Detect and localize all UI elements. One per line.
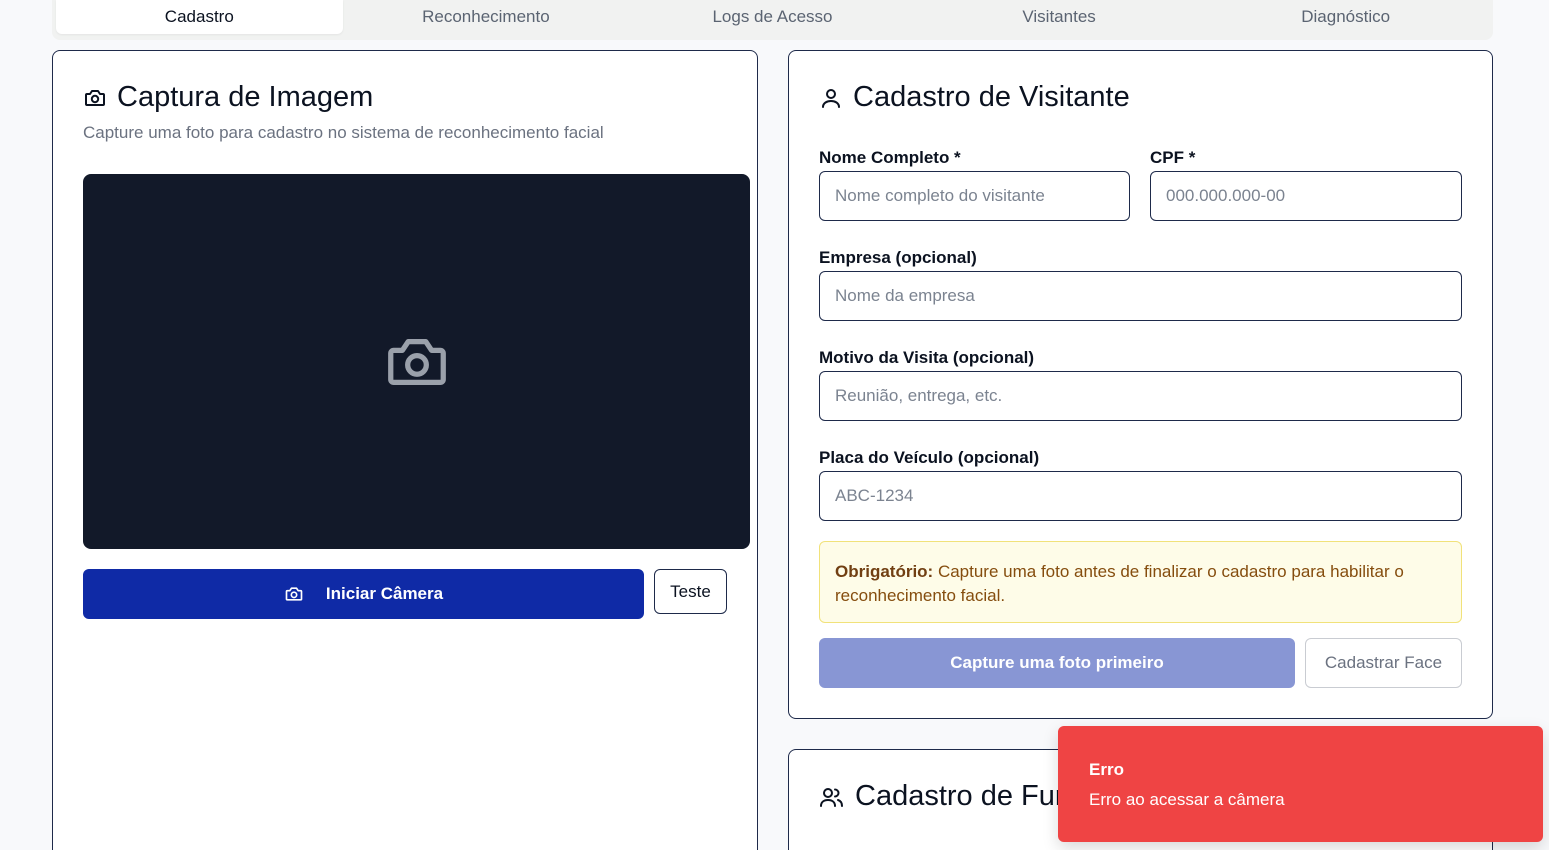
tab-logs-de-acesso[interactable]: Logs de Acesso (629, 0, 916, 34)
capture-subtitle: Capture uma foto para cadastro no sistem… (83, 123, 604, 142)
error-toast[interactable]: Erro Erro ao acessar a câmera (1058, 726, 1543, 842)
register-face-button[interactable]: Cadastrar Face (1305, 638, 1462, 688)
start-camera-label: Iniciar Câmera (325, 584, 444, 603)
camera-preview (83, 174, 750, 549)
employee-title-text: Cadastro de Fun (855, 780, 1072, 812)
capture-first-button[interactable]: Capture uma foto primeiro (819, 638, 1295, 688)
camera-icon (285, 587, 303, 601)
reason-input[interactable] (819, 371, 1462, 421)
camera-icon (85, 89, 105, 106)
toast-message: Erro ao acessar a câmera (1089, 790, 1285, 809)
tab-cadastro[interactable]: Cadastro (56, 0, 343, 34)
company-input[interactable] (819, 271, 1462, 321)
cpf-input[interactable] (1150, 171, 1462, 221)
users-icon (820, 787, 843, 807)
capture-title-text: Captura de Imagem (117, 81, 374, 113)
test-button[interactable]: Teste (654, 569, 727, 614)
name-label: Nome Completo * (819, 148, 961, 167)
employee-title: Cadastro de Fun (819, 780, 1071, 813)
company-label: Empresa (opcional) (819, 248, 977, 267)
reason-label: Motivo da Visita (opcional) (819, 348, 1035, 367)
plate-label: Placa do Veículo (opcional) (819, 448, 1040, 467)
tab-bar: Cadastro Reconhecimento Logs de Acesso V… (52, 0, 1493, 40)
plate-input[interactable] (819, 471, 1462, 521)
user-icon (822, 88, 840, 108)
tab-diagnostico[interactable]: Diagnóstico (1202, 0, 1489, 34)
toast-title: Erro (1089, 760, 1124, 779)
start-camera-button[interactable]: Iniciar Câmera (83, 569, 644, 619)
cpf-label: CPF * (1150, 148, 1196, 167)
tab-visitantes[interactable]: Visitantes (916, 0, 1203, 34)
camera-placeholder-icon (387, 338, 446, 385)
notice-bold: Obrigatório: (835, 562, 934, 581)
capture-title: Captura de Imagem (83, 81, 373, 114)
tab-reconhecimento[interactable]: Reconhecimento (343, 0, 630, 34)
name-input[interactable] (819, 171, 1130, 221)
visitor-title: Cadastro de Visitante (819, 81, 1130, 114)
visitor-registration-card: Cadastro de Visitante Nome Completo * CP… (788, 50, 1493, 719)
photo-required-notice: Obrigatório: Capture uma foto antes de f… (819, 541, 1462, 623)
visitor-title-text: Cadastro de Visitante (853, 81, 1130, 113)
image-capture-card: Captura de Imagem Capture uma foto para … (52, 50, 758, 850)
